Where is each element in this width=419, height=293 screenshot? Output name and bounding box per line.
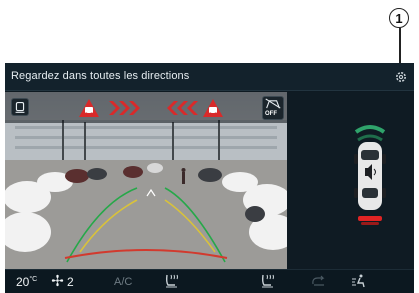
ac-button[interactable]: A/C bbox=[114, 276, 132, 288]
multimedia-screen: Regardez dans toutes les directions OFF … bbox=[5, 63, 414, 293]
page-title: Regardez dans toutes les directions bbox=[11, 70, 190, 82]
chevrons-left-icon bbox=[167, 101, 198, 115]
parking-sensor-car-icon bbox=[354, 125, 386, 225]
callout-line bbox=[399, 28, 401, 66]
camera-view-icon[interactable] bbox=[11, 98, 29, 116]
fan-speed-value: 2 bbox=[67, 275, 74, 289]
heated-seat-icon[interactable] bbox=[162, 273, 180, 289]
callout-number: 1 bbox=[395, 10, 403, 26]
parking-sensor-panel bbox=[287, 92, 414, 269]
sensor-toggle-icon bbox=[265, 98, 281, 109]
temperature-control[interactable]: 20°C bbox=[16, 275, 37, 289]
camera-overlay-bar bbox=[5, 92, 287, 123]
climate-bar: 20°C 2 A/C bbox=[5, 269, 414, 293]
air-distribution-icon[interactable] bbox=[350, 273, 368, 289]
screen-header: Regardez dans toutes les directions bbox=[5, 63, 414, 91]
air-recirculation-icon[interactable] bbox=[310, 273, 328, 289]
temperature-unit: °C bbox=[29, 276, 38, 283]
temperature-value: 20 bbox=[16, 275, 30, 289]
rear-camera-view: OFF bbox=[5, 92, 287, 269]
sensor-toggle-button[interactable]: OFF bbox=[262, 96, 284, 120]
callout-marker: 1 bbox=[389, 8, 409, 28]
heated-seat-icon[interactable] bbox=[258, 273, 276, 289]
cross-traffic-warning-icon bbox=[79, 99, 99, 117]
cross-traffic-warning-icon bbox=[203, 99, 223, 117]
gear-icon[interactable] bbox=[395, 71, 407, 83]
chevrons-right-icon bbox=[109, 101, 140, 115]
fan-icon[interactable] bbox=[51, 274, 64, 287]
sensor-toggle-label: OFF bbox=[265, 111, 277, 117]
